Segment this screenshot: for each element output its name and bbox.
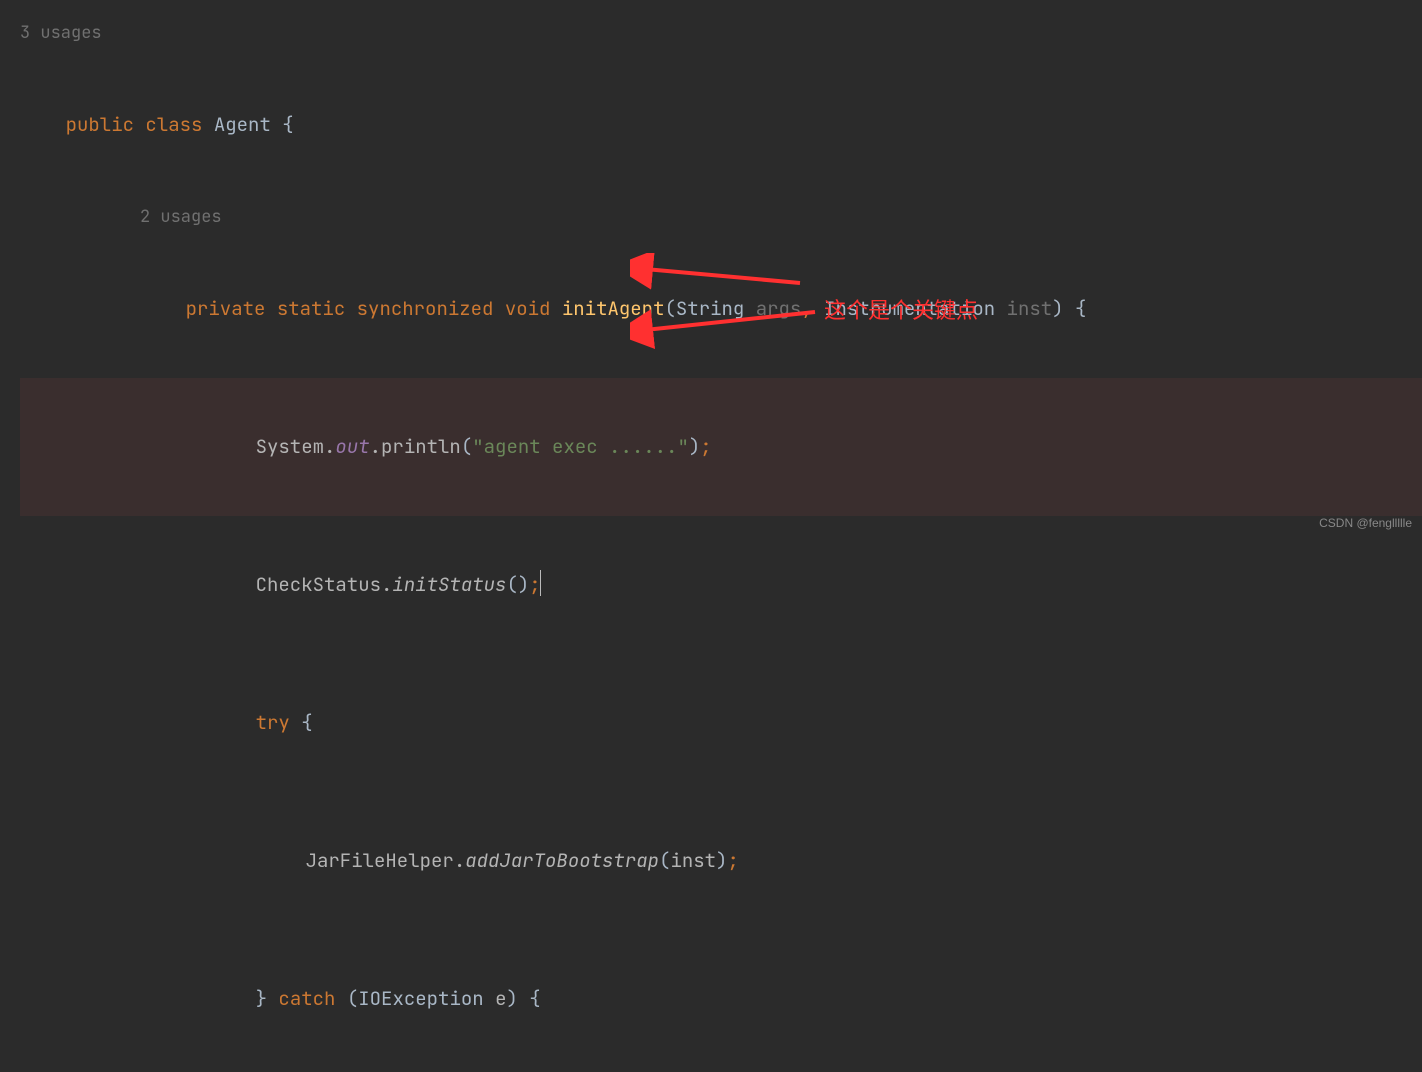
usages-hint-class[interactable]: 3 usages <box>20 10 1422 56</box>
paren-open: ( <box>347 986 358 1011</box>
brace-close: } <box>256 986 267 1011</box>
keyword-private: private <box>186 296 266 321</box>
keyword-static: static <box>277 296 345 321</box>
brace-open: { <box>301 710 312 735</box>
method-name: initAgent <box>562 296 665 321</box>
keyword-catch: catch <box>278 986 335 1011</box>
code-line[interactable]: public class Agent { <box>20 56 1422 194</box>
paren-open: ( <box>461 434 472 459</box>
string-literal: "agent exec ......" <box>472 434 689 459</box>
class-ref: System <box>256 434 324 459</box>
brace-open: { <box>282 112 293 137</box>
semicolon: ; <box>727 848 738 873</box>
paren-close: ) <box>518 572 529 597</box>
paren-open: ( <box>664 296 675 321</box>
class-name: Agent <box>214 112 271 137</box>
method-call-static: addJarToBootstrap <box>465 848 659 873</box>
code-line[interactable]: try { <box>20 654 1422 792</box>
class-ref: JarFileHelper <box>306 848 454 873</box>
keyword-public: public <box>66 112 134 137</box>
paren-close: ) <box>1052 296 1063 321</box>
exception-type: IOException <box>358 986 483 1011</box>
brace-open: { <box>1075 296 1086 321</box>
param-name: args <box>756 296 802 321</box>
param-type: Instrumentation <box>824 296 995 321</box>
keyword-void: void <box>505 296 551 321</box>
paren-open: ( <box>506 572 517 597</box>
code-line-highlighted[interactable]: System.out.println("agent exec ......"); <box>20 378 1422 516</box>
code-line[interactable]: } catch (IOException e) { <box>20 930 1422 1068</box>
dot: . <box>454 848 465 873</box>
keyword-class: class <box>145 112 202 137</box>
paren-close: ) <box>506 986 517 1011</box>
watermark: CSDN @fengllllle <box>1319 516 1412 530</box>
code-line[interactable]: throw new RuntimeException(e); <box>20 1068 1422 1072</box>
paren-close: ) <box>716 848 727 873</box>
param-type: String <box>676 296 744 321</box>
arg: inst <box>670 848 716 873</box>
code-editor[interactable]: 3 usages public class Agent { 2 usages p… <box>0 0 1422 1072</box>
param-name: inst <box>1007 296 1053 321</box>
exception-var: e <box>495 986 506 1011</box>
method-call-static: initStatus <box>392 572 506 597</box>
code-line[interactable]: private static synchronized void initAge… <box>20 240 1422 378</box>
paren-close: ) <box>689 434 700 459</box>
class-ref: CheckStatus <box>256 572 381 597</box>
keyword-synchronized: synchronized <box>357 296 494 321</box>
usages-hint-method[interactable]: 2 usages <box>20 194 1422 240</box>
dot: . <box>370 434 381 459</box>
paren-open: ( <box>659 848 670 873</box>
keyword-try: try <box>256 710 290 735</box>
text-caret <box>540 570 542 596</box>
semicolon: ; <box>700 434 711 459</box>
method-call: println <box>381 434 461 459</box>
code-line[interactable]: CheckStatus.initStatus(); <box>20 516 1422 654</box>
dot: . <box>324 434 335 459</box>
brace-open: { <box>529 986 540 1011</box>
field-out: out <box>335 434 369 459</box>
code-line[interactable]: JarFileHelper.addJarToBootstrap(inst); <box>20 792 1422 930</box>
comma: , <box>801 296 812 321</box>
dot: . <box>381 572 392 597</box>
